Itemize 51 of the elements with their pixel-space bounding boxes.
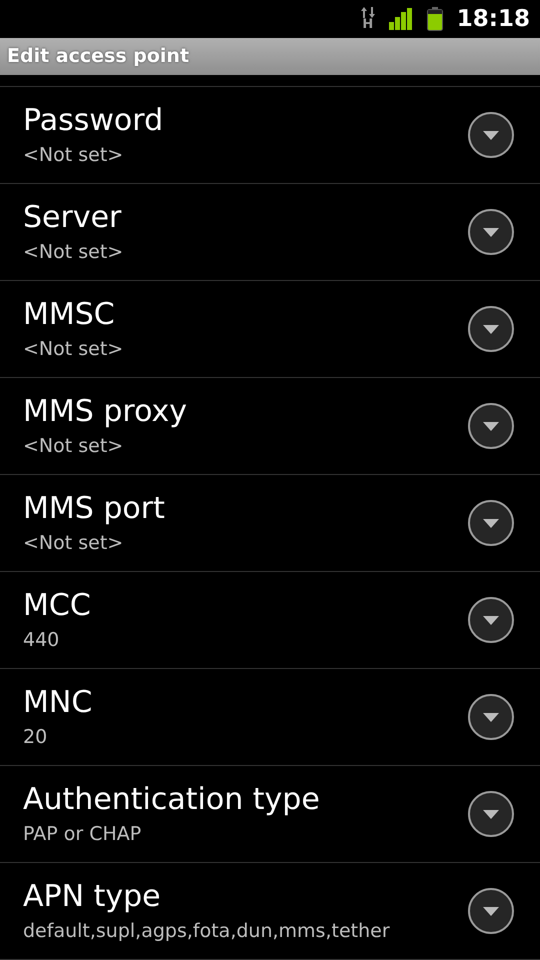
dropdown-button[interactable] — [468, 694, 514, 740]
dropdown-button[interactable] — [468, 306, 514, 352]
screen-title: Edit access point — [7, 45, 190, 68]
preference-summary: <Not set> — [23, 434, 124, 458]
caret-icon — [483, 906, 499, 916]
preference-title: MMSC — [23, 297, 115, 333]
preference-title: Password — [23, 103, 164, 139]
preference-summary: 20 — [23, 725, 48, 749]
dropdown-button[interactable] — [468, 403, 514, 449]
preference-item[interactable]: Password <Not set> — [0, 87, 540, 184]
preference-summary: <Not set> — [23, 143, 124, 167]
caret-icon — [483, 518, 499, 528]
preference-item[interactable]: MMS port <Not set> — [0, 475, 540, 572]
caret-icon — [483, 324, 499, 334]
preference-item[interactable]: Authentication type PAP or CHAP — [0, 766, 540, 863]
caret-icon — [483, 228, 499, 236]
signal-icon — [388, 8, 413, 30]
dropdown-button[interactable] — [468, 791, 514, 837]
preference-summary: default,supl,agps,fota,dun,mms,tether — [23, 919, 390, 943]
preference-title: MMS port — [23, 491, 165, 527]
preference-summary: <Not set> — [23, 531, 124, 555]
dropdown-button[interactable] — [468, 209, 514, 255]
dropdown-button[interactable] — [468, 500, 514, 546]
preference-title: MMS proxy — [23, 394, 188, 430]
preference-item[interactable]: MNC 20 — [0, 669, 540, 766]
preference-item[interactable]: Server <Not set> — [0, 184, 540, 281]
preference-title: APN type — [23, 879, 161, 915]
preference-title: Server — [23, 200, 122, 236]
caret-icon — [483, 616, 499, 624]
preference-item[interactable]: MCC 440 — [0, 572, 540, 669]
clock-time: 18:18 — [456, 6, 530, 32]
caret-icon — [483, 422, 499, 430]
preference-title: MNC — [23, 685, 92, 721]
dropdown-button[interactable] — [468, 597, 514, 643]
dropdown-button[interactable] — [468, 112, 514, 158]
caret-icon — [483, 810, 499, 818]
battery-icon — [426, 6, 443, 31]
dropdown-button[interactable] — [468, 888, 514, 934]
data-arrows-icon — [360, 6, 375, 18]
preference-title: MCC — [23, 588, 91, 624]
preference-summary: <Not set> — [23, 240, 124, 264]
preference-item[interactable]: MMS proxy <Not set> — [0, 378, 540, 475]
preference-title: Authentication type — [23, 782, 320, 818]
preference-item[interactable]: APN type default,supl,agps,fota,dun,mms,tether — [0, 863, 540, 960]
network-type: H — [362, 18, 374, 31]
caret-icon — [483, 712, 499, 722]
preference-summary: 440 — [23, 628, 60, 652]
preference-item[interactable]: MMSC <Not set> — [0, 281, 540, 378]
preference-summary: <Not set> — [23, 337, 124, 361]
preference-summary: PAP or CHAP — [23, 822, 142, 846]
caret-icon — [483, 130, 499, 140]
